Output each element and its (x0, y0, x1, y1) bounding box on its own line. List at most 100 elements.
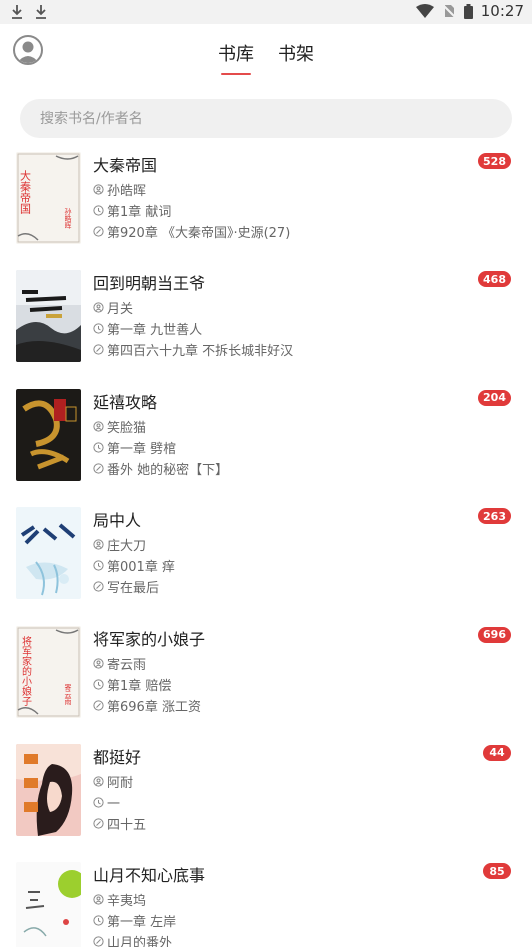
book-first-chapter: 第001章 痒 (93, 556, 175, 575)
book-author: 寄云雨 (93, 654, 146, 673)
book-first-chapter: 第1章 赔偿 (93, 675, 171, 694)
book-item[interactable]: 将军家的小娘子 寄云雨 将军家的小娘子 寄云雨 第1章 赔偿 第696章 涨工资… (0, 625, 532, 744)
download-icon (12, 5, 22, 19)
top-bar: 书库 书架 (0, 24, 532, 80)
author-icon (93, 539, 104, 550)
book-title: 回到明朝当王爷 (93, 274, 206, 294)
book-item[interactable]: 延禧攻略 笑脸猫 第一章 劈棺 番外 她的秘密【下】 204 (0, 388, 532, 507)
latest-chapter-text: 第696章 涨工资 (107, 699, 201, 715)
tab-bar: 书库 书架 (0, 24, 532, 80)
book-title: 延禧攻略 (93, 392, 158, 412)
book-title: 局中人 (93, 511, 142, 531)
first-chapter-text: 第1章 赔偿 (107, 678, 172, 694)
author-icon (93, 776, 104, 787)
update-count-badge: 263 (478, 508, 511, 525)
book-author: 庄大刀 (93, 535, 146, 554)
book-item[interactable]: 都挺好 阿耐 一 四十五 44 (0, 743, 532, 862)
book-title: 将军家的小娘子 (93, 629, 206, 649)
clock-icon (93, 560, 104, 571)
book-cover (16, 862, 81, 947)
author-name: 辛夷坞 (107, 894, 147, 910)
book-cover (16, 743, 81, 836)
first-chapter-text: 第一章 九世善人 (107, 323, 203, 339)
update-count-badge: 85 (483, 863, 511, 880)
compass-icon (93, 581, 104, 592)
search-bar (20, 99, 512, 138)
book-cover (16, 388, 81, 481)
first-chapter-text: 第1章 献词 (107, 205, 172, 220)
battery-icon (463, 3, 473, 19)
book-cover (16, 507, 81, 600)
book-author: 笑脸猫 (93, 417, 146, 436)
first-chapter-text: 第001章 痒 (107, 560, 175, 576)
book-item[interactable]: 大秦帝国 孙皓晖 大秦帝国 孙皓晖 第1章 献词 第920章 《大秦帝国》·史源… (0, 152, 532, 270)
update-count-badge: 468 (478, 271, 511, 288)
library-content: 大秦帝国 孙皓晖 大秦帝国 孙皓晖 第1章 献词 第920章 《大秦帝国》·史源… (0, 80, 532, 947)
book-latest-chapter: 四十五 (93, 814, 146, 833)
compass-icon (93, 463, 104, 474)
author-icon (93, 421, 104, 432)
book-latest-chapter: 第四百六十九章 不拆长城非好汉 (93, 340, 293, 359)
book-item[interactable]: 回到明朝当王爷 月关 第一章 九世善人 第四百六十九章 不拆长城非好汉 468 (0, 270, 532, 388)
latest-chapter-text: 写在最后 (107, 581, 160, 597)
latest-chapter-text: 四十五 (107, 817, 147, 833)
book-author: 孙皓晖 (93, 180, 146, 199)
book-cover: 将军家的小娘子 寄云雨 (16, 625, 81, 718)
compass-icon (93, 936, 104, 947)
cover-title: 将军家的小娘子 (20, 635, 32, 705)
book-list: 大秦帝国 孙皓晖 大秦帝国 孙皓晖 第1章 献词 第920章 《大秦帝国》·史源… (0, 152, 532, 947)
author-name: 孙皓晖 (107, 184, 147, 199)
book-title: 大秦帝国 (93, 156, 158, 175)
update-count-badge: 44 (483, 744, 511, 761)
latest-chapter-text: 山月的番外 (107, 936, 173, 947)
first-chapter-text: 第一章 劈棺 (107, 441, 177, 457)
book-latest-chapter: 番外 她的秘密【下】 (93, 459, 228, 478)
cover-title: 大秦帝国 (19, 169, 32, 215)
latest-chapter-text: 第920章 《大秦帝国》·史源(27) (107, 226, 291, 241)
author-name: 寄云雨 (107, 657, 147, 673)
book-item[interactable]: 局中人 庄大刀 第001章 痒 写在最后 263 (0, 507, 532, 625)
first-chapter-text: 第一章 左岸 (107, 915, 177, 931)
book-author: 阿耐 (93, 772, 133, 791)
book-author: 月关 (93, 298, 133, 317)
clock-icon (93, 323, 104, 334)
first-chapter-text: 一 (107, 796, 121, 812)
book-first-chapter: 第一章 九世善人 (93, 319, 202, 338)
book-first-chapter: 第一章 劈棺 (93, 438, 176, 457)
compass-icon (93, 818, 104, 829)
clock-icon (93, 915, 104, 926)
book-cover: 大秦帝国 孙皓晖 (16, 152, 81, 244)
book-latest-chapter: 写在最后 (93, 577, 159, 596)
author-icon (93, 894, 104, 905)
book-first-chapter: 第1章 献词 (93, 201, 171, 220)
latest-chapter-text: 第四百六十九章 不拆长城非好汉 (107, 344, 294, 360)
book-first-chapter: 第一章 左岸 (93, 911, 176, 930)
search-input[interactable] (20, 99, 512, 138)
clock-icon (93, 797, 104, 808)
author-icon (93, 184, 104, 195)
book-title: 都挺好 (93, 747, 142, 767)
compass-icon (93, 344, 104, 355)
book-author: 辛夷坞 (93, 890, 146, 909)
author-icon (93, 302, 104, 313)
update-count-badge: 204 (478, 389, 511, 406)
tab-library[interactable]: 书库 (218, 24, 254, 80)
author-name: 庄大刀 (107, 539, 147, 555)
book-item[interactable]: 山月不知心底事 辛夷坞 第一章 左岸 山月的番外 85 (0, 862, 532, 947)
book-title: 山月不知心底事 (93, 866, 206, 886)
cover-author: 孙皓晖 (64, 207, 72, 230)
compass-icon (93, 699, 104, 711)
no-sim-icon (442, 4, 456, 18)
status-time: 10:27 (480, 2, 524, 20)
compass-icon (93, 226, 104, 237)
tab-bookshelf[interactable]: 书架 (278, 24, 314, 80)
author-name: 笑脸猫 (107, 420, 147, 436)
author-name: 月关 (107, 302, 134, 318)
latest-chapter-text: 番外 她的秘密【下】 (107, 462, 229, 478)
book-cover (16, 270, 81, 363)
clock-icon (93, 442, 104, 453)
author-name: 阿耐 (107, 775, 134, 791)
update-count-badge: 696 (478, 626, 511, 643)
book-latest-chapter: 山月的番外 (93, 932, 172, 947)
book-first-chapter: 一 (93, 793, 120, 812)
